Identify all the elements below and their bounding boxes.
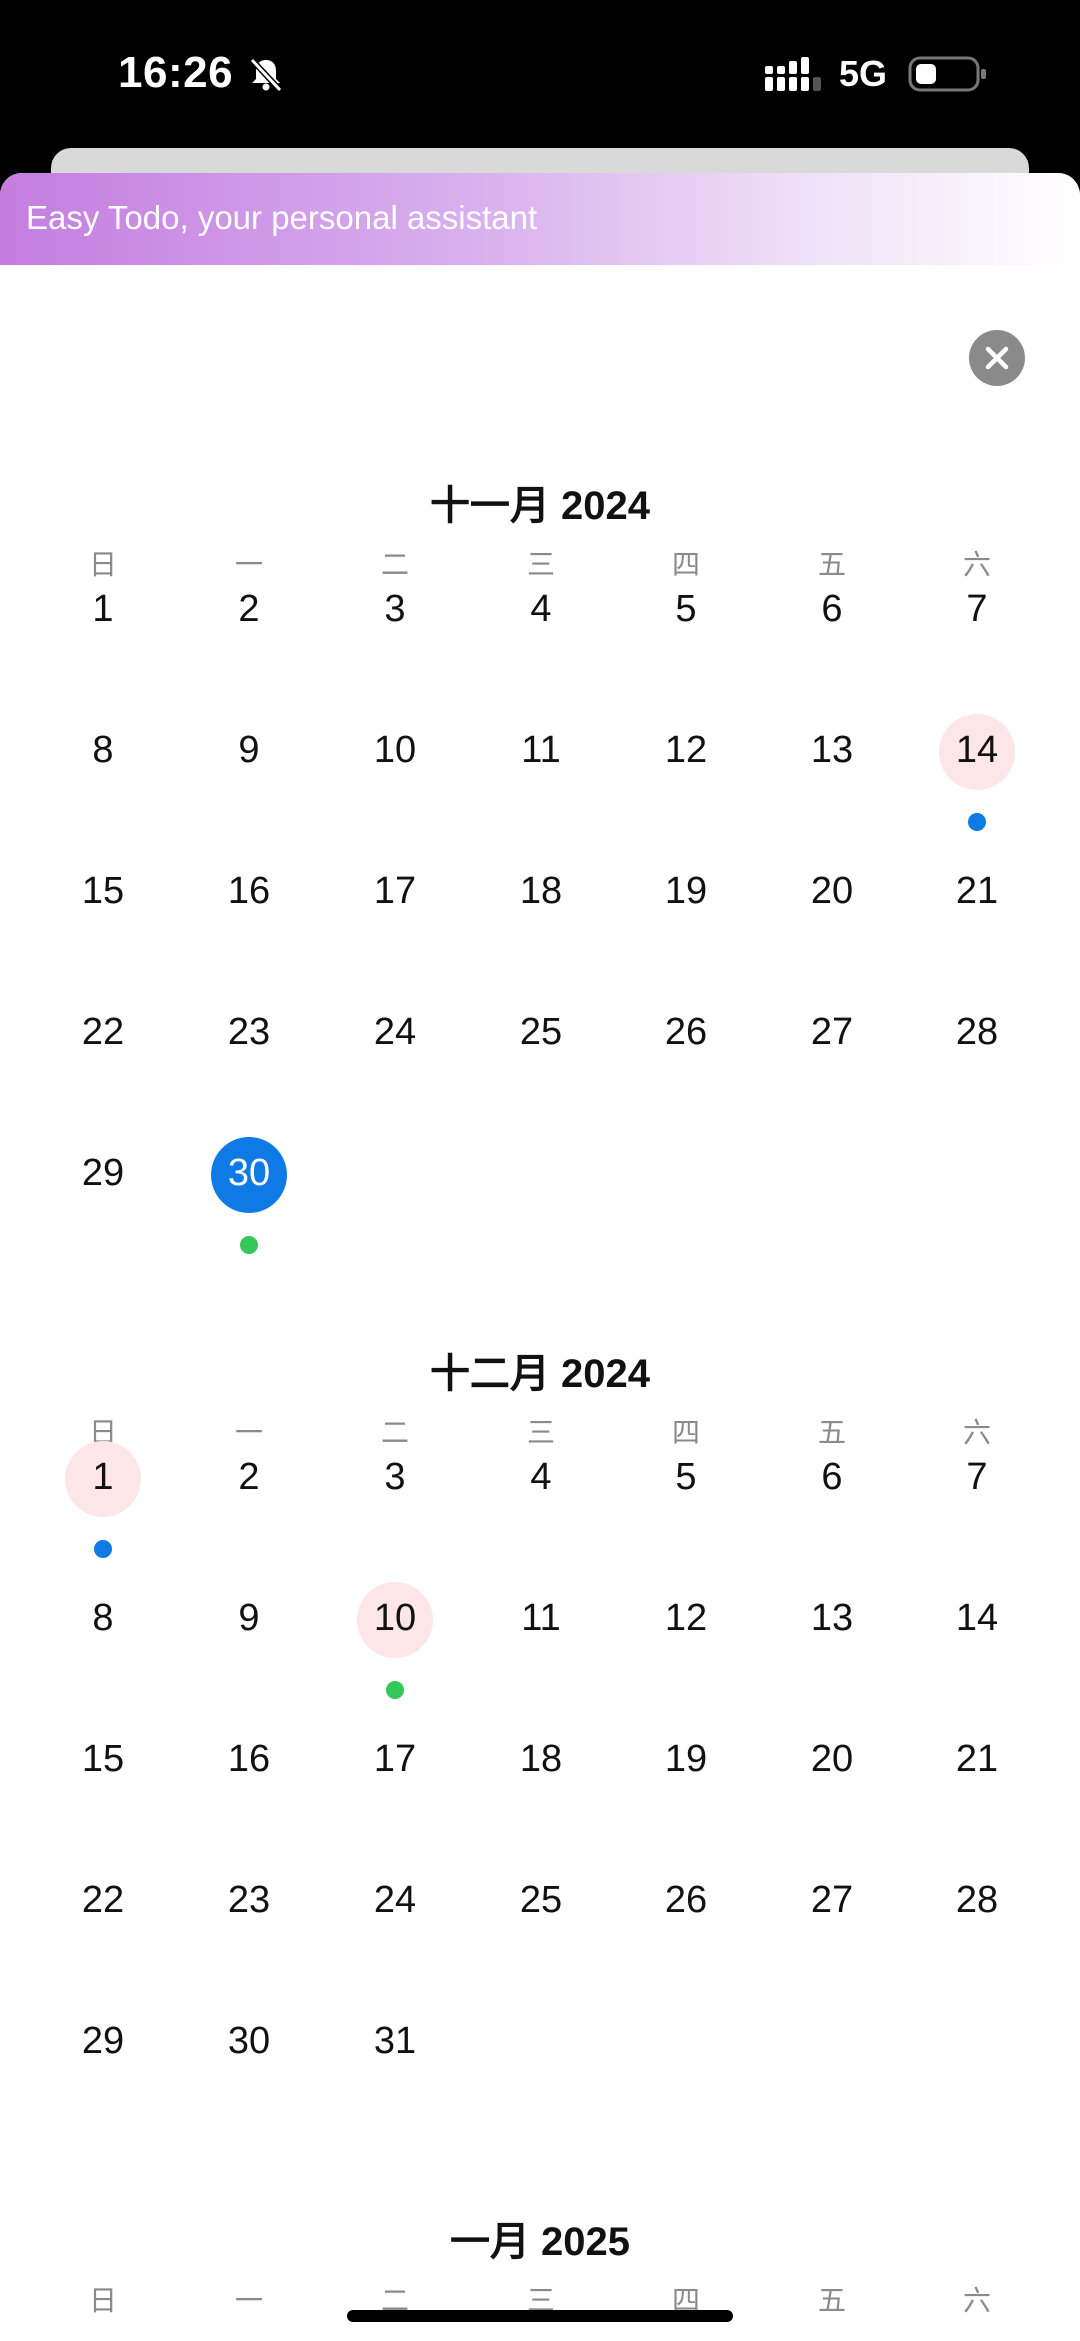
calendar-day[interactable]: 26 (636, 1879, 736, 1922)
home-indicator (347, 2310, 733, 2322)
weekday-label: 一 (234, 549, 263, 580)
weekday-label: 五 (817, 1417, 846, 1448)
close-button[interactable] (969, 330, 1025, 386)
weekday-label: 一 (234, 1417, 263, 1448)
calendar-day[interactable]: 27 (782, 1011, 882, 1054)
calendar-day[interactable]: 20 (782, 1738, 882, 1781)
calendar-day[interactable]: 23 (199, 1879, 299, 1922)
calendar-day[interactable]: 27 (782, 1879, 882, 1922)
weekday-label: 三 (526, 1417, 555, 1448)
calendar-day[interactable]: 1 (53, 588, 153, 631)
weekday-label: 日 (88, 2285, 117, 2316)
weekday-label: 二 (380, 549, 409, 580)
calendar-day[interactable]: 13 (782, 729, 882, 772)
event-dot (94, 1540, 112, 1558)
calendar-day[interactable]: 7 (927, 588, 1027, 631)
calendar-day[interactable]: 20 (782, 870, 882, 913)
calendar-day[interactable]: 5 (636, 588, 736, 631)
weekday-label: 六 (962, 549, 991, 580)
calendar-day[interactable]: 17 (345, 1738, 445, 1781)
weekday-label: 五 (817, 549, 846, 580)
calendar-day[interactable]: 3 (345, 588, 445, 631)
calendar-day[interactable]: 28 (927, 1011, 1027, 1054)
calendar-day[interactable]: 10 (345, 1597, 445, 1640)
calendar-day[interactable]: 14 (927, 1597, 1027, 1640)
calendar-sheet: Easy Todo, your personal assistant 十一月 2… (0, 173, 1080, 2341)
calendar-day[interactable]: 2 (199, 1456, 299, 1499)
banner-text: Easy Todo, your personal assistant (26, 199, 538, 236)
calendar-day[interactable]: 8 (53, 729, 153, 772)
calendar-day[interactable]: 13 (782, 1597, 882, 1640)
app-banner: Easy Todo, your personal assistant (0, 173, 1080, 265)
calendar-day[interactable]: 21 (927, 870, 1027, 913)
calendar-day[interactable]: 2 (199, 588, 299, 631)
calendar-day[interactable]: 5 (636, 1456, 736, 1499)
calendar-day[interactable]: 19 (636, 870, 736, 913)
calendar-day[interactable]: 28 (927, 1879, 1027, 1922)
calendar-day[interactable]: 15 (53, 1738, 153, 1781)
weekday-label: 六 (962, 1417, 991, 1448)
close-icon (985, 346, 1009, 370)
calendar-day[interactable]: 9 (199, 1597, 299, 1640)
calendar-day[interactable]: 22 (53, 1879, 153, 1922)
calendar-day[interactable]: 12 (636, 729, 736, 772)
calendar-day[interactable]: 17 (345, 870, 445, 913)
network-type: 5G (839, 53, 888, 94)
calendar-day[interactable]: 21 (927, 1738, 1027, 1781)
calendar-day[interactable]: 11 (491, 729, 591, 772)
calendar-day[interactable]: 29 (53, 1152, 153, 1195)
calendar-day[interactable]: 11 (491, 1597, 591, 1640)
calendar-day[interactable]: 3 (345, 1456, 445, 1499)
calendar-day[interactable]: 25 (491, 1879, 591, 1922)
weekday-label: 日 (88, 549, 117, 580)
status-bar: 16:26 5G (0, 0, 1080, 150)
calendar-day[interactable]: 1 (53, 1456, 153, 1499)
calendar-day[interactable]: 7 (927, 1456, 1027, 1499)
calendar-day[interactable]: 4 (491, 588, 591, 631)
calendar-day[interactable]: 16 (199, 870, 299, 913)
calendar-day[interactable]: 14 (927, 729, 1027, 772)
weekday-label: 四 (671, 1417, 700, 1448)
event-dot (968, 813, 986, 831)
calendar-day[interactable]: 25 (491, 1011, 591, 1054)
calendar-day[interactable]: 4 (491, 1456, 591, 1499)
calendar-day[interactable]: 29 (53, 2020, 153, 2063)
month-title: 十一月 2024 (429, 484, 651, 528)
calendar-day[interactable]: 16 (199, 1738, 299, 1781)
calendar-day[interactable]: 19 (636, 1738, 736, 1781)
event-dot (386, 1681, 404, 1699)
signal-icon (765, 57, 821, 91)
calendar-day[interactable]: 9 (199, 729, 299, 772)
calendar-day[interactable]: 23 (199, 1011, 299, 1054)
calendar-day[interactable]: 10 (345, 729, 445, 772)
calendar-day[interactable]: 12 (636, 1597, 736, 1640)
weekday-label: 三 (526, 549, 555, 580)
event-dot (240, 1236, 258, 1254)
calendar-day[interactable]: 30 (199, 1152, 299, 1195)
calendar-day[interactable]: 15 (53, 870, 153, 913)
calendar-day[interactable]: 24 (345, 1011, 445, 1054)
calendar-day[interactable]: 26 (636, 1011, 736, 1054)
calendar-day[interactable]: 8 (53, 1597, 153, 1640)
calendar-day[interactable]: 24 (345, 1879, 445, 1922)
bell-muted-icon (249, 57, 283, 93)
calendar-day[interactable]: 22 (53, 1011, 153, 1054)
calendar-day[interactable]: 30 (199, 2020, 299, 2063)
battery-icon (908, 56, 986, 92)
calendar-day[interactable]: 18 (491, 870, 591, 913)
weekday-label: 二 (380, 1417, 409, 1448)
weekday-label: 六 (962, 2285, 991, 2316)
calendar-day[interactable]: 31 (345, 2020, 445, 2063)
calendar-day[interactable]: 6 (782, 1456, 882, 1499)
month-title: 十二月 2024 (429, 1352, 651, 1396)
month-title: 一月 2025 (449, 2220, 631, 2264)
weekday-label: 四 (671, 549, 700, 580)
weekday-label: 一 (234, 2285, 263, 2316)
calendar-day[interactable]: 18 (491, 1738, 591, 1781)
status-time: 16:26 (118, 48, 234, 97)
calendar-day[interactable]: 6 (782, 588, 882, 631)
weekday-label: 五 (817, 2285, 846, 2316)
